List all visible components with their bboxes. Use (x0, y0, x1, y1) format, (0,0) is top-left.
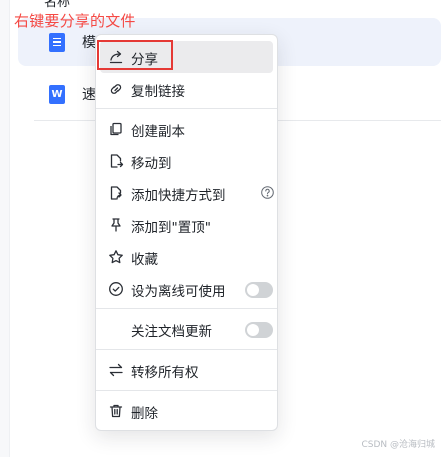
menu-item-label: 创建副本 (131, 124, 185, 140)
menu-item-label: 添加快捷方式到 (131, 188, 226, 204)
left-rail-divider (9, 0, 10, 457)
follow-updates-toggle[interactable] (245, 322, 273, 338)
menu-item-label: 移动到 (131, 156, 172, 172)
help-icon[interactable] (261, 186, 274, 199)
star-icon (108, 249, 124, 265)
transfer-icon (108, 362, 124, 378)
menu-item-share[interactable]: 分享 (100, 41, 273, 73)
menu-item-add-shortcut[interactable]: 添加快捷方式到 (100, 177, 274, 209)
menu-item-transfer-owner[interactable]: 转移所有权 (100, 354, 273, 386)
menu-item-label: 收藏 (131, 252, 158, 268)
menu-item-label: 分享 (131, 52, 158, 68)
menu-item-copy-link[interactable]: 复制链接 (100, 73, 273, 105)
pin-icon (108, 217, 124, 233)
menu-item-label: 复制链接 (131, 84, 185, 100)
menu-item-label: 添加到"置顶" (131, 220, 211, 236)
menu-item-follow-updates[interactable]: 关注文档更新 (100, 313, 273, 345)
menu-item-label: 删除 (131, 406, 158, 422)
offline-toggle[interactable] (245, 282, 273, 298)
link-icon (108, 81, 124, 97)
left-rail (0, 0, 9, 457)
menu-item-label: 设为离线可使用 (131, 284, 226, 300)
file-name[interactable]: 速 (82, 84, 96, 104)
menu-item-create-copy[interactable]: 创建副本 (100, 113, 273, 145)
trash-icon (108, 403, 124, 419)
check-circle-icon (108, 281, 124, 297)
page: 名称 右键要分享的文件 模 W 速 CSDN @沧海归城 分享 复制链接 创建副… (0, 0, 441, 457)
doc-file-icon (49, 32, 65, 52)
menu-separator (96, 308, 277, 309)
context-menu: 分享 复制链接 创建副本 移动到 添加快捷方式到 添加到"置顶" 收藏 设为离线… (95, 34, 278, 431)
menu-separator (96, 108, 277, 109)
word-badge: W (51, 88, 63, 100)
shortcut-icon (108, 185, 124, 201)
copy-icon (108, 121, 124, 137)
annotation-caption: 右键要分享的文件 (14, 12, 136, 30)
column-header-fragment: 名称 (44, 0, 71, 10)
menu-item-label: 关注文档更新 (131, 324, 212, 340)
menu-separator (96, 390, 277, 391)
menu-item-label: 转移所有权 (131, 365, 199, 381)
menu-item-favorite[interactable]: 收藏 (100, 241, 273, 273)
watermark: CSDN @沧海归城 (361, 440, 435, 450)
menu-item-pin-top[interactable]: 添加到"置顶" (100, 209, 273, 241)
word-file-icon: W (49, 84, 65, 104)
menu-item-delete[interactable]: 删除 (100, 395, 273, 427)
move-file-icon (108, 153, 124, 169)
menu-item-offline[interactable]: 设为离线可使用 (100, 273, 273, 305)
menu-separator (96, 349, 277, 350)
file-name[interactable]: 模 (82, 32, 96, 52)
share-icon (108, 49, 124, 65)
menu-item-move-to[interactable]: 移动到 (100, 145, 273, 177)
